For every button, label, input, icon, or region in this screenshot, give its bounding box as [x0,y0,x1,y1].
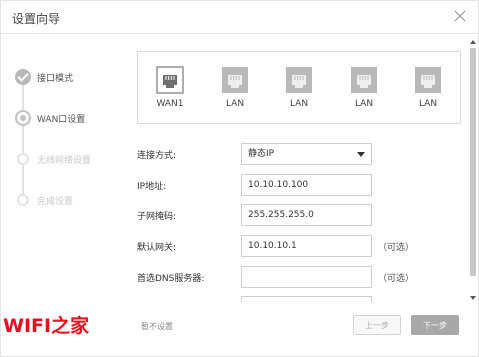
ip-address-row: IP地址: [137,174,437,196]
ethernet-port-icon [156,66,184,94]
close-icon[interactable] [452,8,468,24]
port-label: LAN [289,99,309,109]
step-label: 接口模式 [37,74,74,84]
step-done-check-icon [15,69,31,85]
step-wan-settings: WAN口设置 [15,110,135,126]
primary-dns-label: 首选DNS服务器: [137,274,205,284]
port-lan-2[interactable]: LAN [279,66,319,116]
form-scrollbar[interactable] [469,38,477,302]
port-lan-4[interactable]: LAN [408,66,448,116]
watermark-logo: WIFI之家 [3,315,90,337]
step-finish: 完成设置 [15,192,135,208]
subnet-mask-input[interactable] [241,204,372,226]
next-step-button[interactable]: 下一步 [411,315,459,335]
steps-connector-line [22,77,24,201]
step-current-dot-icon [15,110,31,126]
port-wan1[interactable]: WAN1 [150,66,190,116]
chevron-down-icon [357,152,365,157]
connection-type-select[interactable]: 静态IP [241,143,372,165]
step-label: WAN口设置 [37,115,86,125]
port-panel: WAN1 LAN LAN LAN LAN [137,51,461,124]
ethernet-port-icon [222,67,248,93]
step-pending-circle-icon [17,194,29,206]
gateway-optional-note: （可选） [378,243,415,253]
primary-dns-optional-note: （可选） [378,274,415,284]
ethernet-port-icon [415,67,441,93]
previous-step-button[interactable]: 上一步 [353,315,401,335]
ethernet-port-icon [351,67,377,93]
port-label: WAN1 [156,99,184,109]
skip-setup-link[interactable]: 暂不设置 [141,321,173,332]
subnet-mask-row: 子网掩码: [137,204,437,226]
ip-address-input[interactable] [241,174,372,196]
scrollbar-thumb[interactable] [470,48,476,276]
secondary-dns-input[interactable] [241,296,372,302]
port-lan-1[interactable]: LAN [215,66,255,116]
step-interface-mode: 接口模式 [15,69,135,85]
scroll-down-arrow-icon[interactable] [469,294,477,302]
gateway-label: 默认网关: [137,243,177,253]
step-pending-circle-icon [17,153,29,165]
connection-type-value: 静态IP [248,149,275,159]
connection-type-row: 连接方式: 静态IP [137,143,437,165]
dialog-header: 设置向导 [1,1,478,34]
connection-type-label: 连接方式: [137,151,177,161]
port-label: LAN [354,99,374,109]
setup-wizard-dialog: 设置向导 接口模式 WAN口设置 无线网络设置 完成设置 WAN1 LAN LA… [0,0,479,357]
gateway-input[interactable] [241,235,372,257]
port-lan-3[interactable]: LAN [344,66,384,116]
primary-dns-input[interactable] [241,266,372,288]
gateway-row: 默认网关: （可选） [137,235,437,257]
ip-address-label: IP地址: [137,182,167,192]
secondary-dns-row [137,296,437,302]
ethernet-port-icon [286,67,312,93]
wizard-steps: 接口模式 WAN口设置 无线网络设置 完成设置 [1,61,131,221]
step-wireless-settings: 无线网络设置 [15,151,135,167]
step-label: 完成设置 [37,197,74,207]
port-label: LAN [418,99,438,109]
primary-dns-row: 首选DNS服务器: （可选） [137,266,437,288]
step-label: 无线网络设置 [37,156,92,166]
dialog-title: 设置向导 [12,12,61,26]
port-label: LAN [225,99,245,109]
scroll-up-arrow-icon[interactable] [469,38,477,46]
subnet-mask-label: 子网掩码: [137,212,177,222]
